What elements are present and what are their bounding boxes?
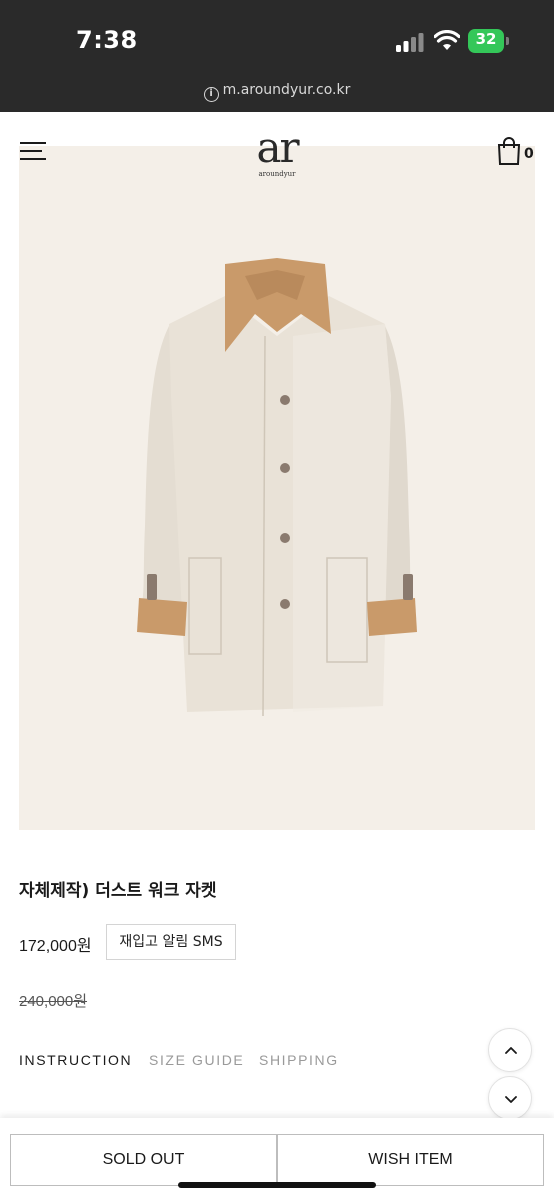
product-title: 자체제작) 더스트 워크 자켓 <box>19 881 217 901</box>
scroll-bottom-button[interactable] <box>488 1076 532 1120</box>
site-header: ar aroundyur 0 <box>0 112 554 192</box>
cart-count: 0 <box>524 146 534 162</box>
product-price: 172,000원 <box>19 938 92 955</box>
wifi-icon <box>434 30 460 50</box>
restock-alert-button[interactable]: 재입고 알림 SMS <box>106 924 236 960</box>
status-bar: 7:38 32 <box>0 0 554 78</box>
battery-level: 32 <box>475 30 497 48</box>
battery-icon: 32 <box>468 29 510 53</box>
url-bar[interactable]: i m.aroundyur.co.kr <box>0 78 554 112</box>
tab-instruction[interactable]: INSTRUCTION <box>19 1052 132 1068</box>
chevron-up-icon <box>505 1047 517 1054</box>
product-image[interactable] <box>19 146 535 830</box>
logo-subtext: aroundyur <box>258 170 296 178</box>
chevron-down-icon <box>505 1096 517 1103</box>
jacket-illustration <box>137 258 417 717</box>
wish-item-button[interactable]: WISH ITEM <box>277 1134 544 1186</box>
tab-size-guide[interactable]: SIZE GUIDE <box>149 1052 244 1068</box>
logo-mark: ar <box>256 123 299 172</box>
url-text: m.aroundyur.co.kr <box>222 82 351 98</box>
tab-shipping[interactable]: SHIPPING <box>259 1052 339 1068</box>
signal-icon <box>396 33 424 52</box>
original-price: 240,000원 <box>19 993 88 1010</box>
shopping-bag-icon[interactable] <box>496 136 522 166</box>
info-icon: i <box>203 87 219 102</box>
home-indicator <box>178 1182 376 1188</box>
sold-out-button[interactable]: SOLD OUT <box>10 1134 277 1186</box>
status-time: 7:38 <box>76 26 138 54</box>
menu-icon[interactable] <box>20 140 46 162</box>
scroll-top-button[interactable] <box>488 1028 532 1072</box>
site-logo[interactable]: ar aroundyur <box>244 123 310 179</box>
